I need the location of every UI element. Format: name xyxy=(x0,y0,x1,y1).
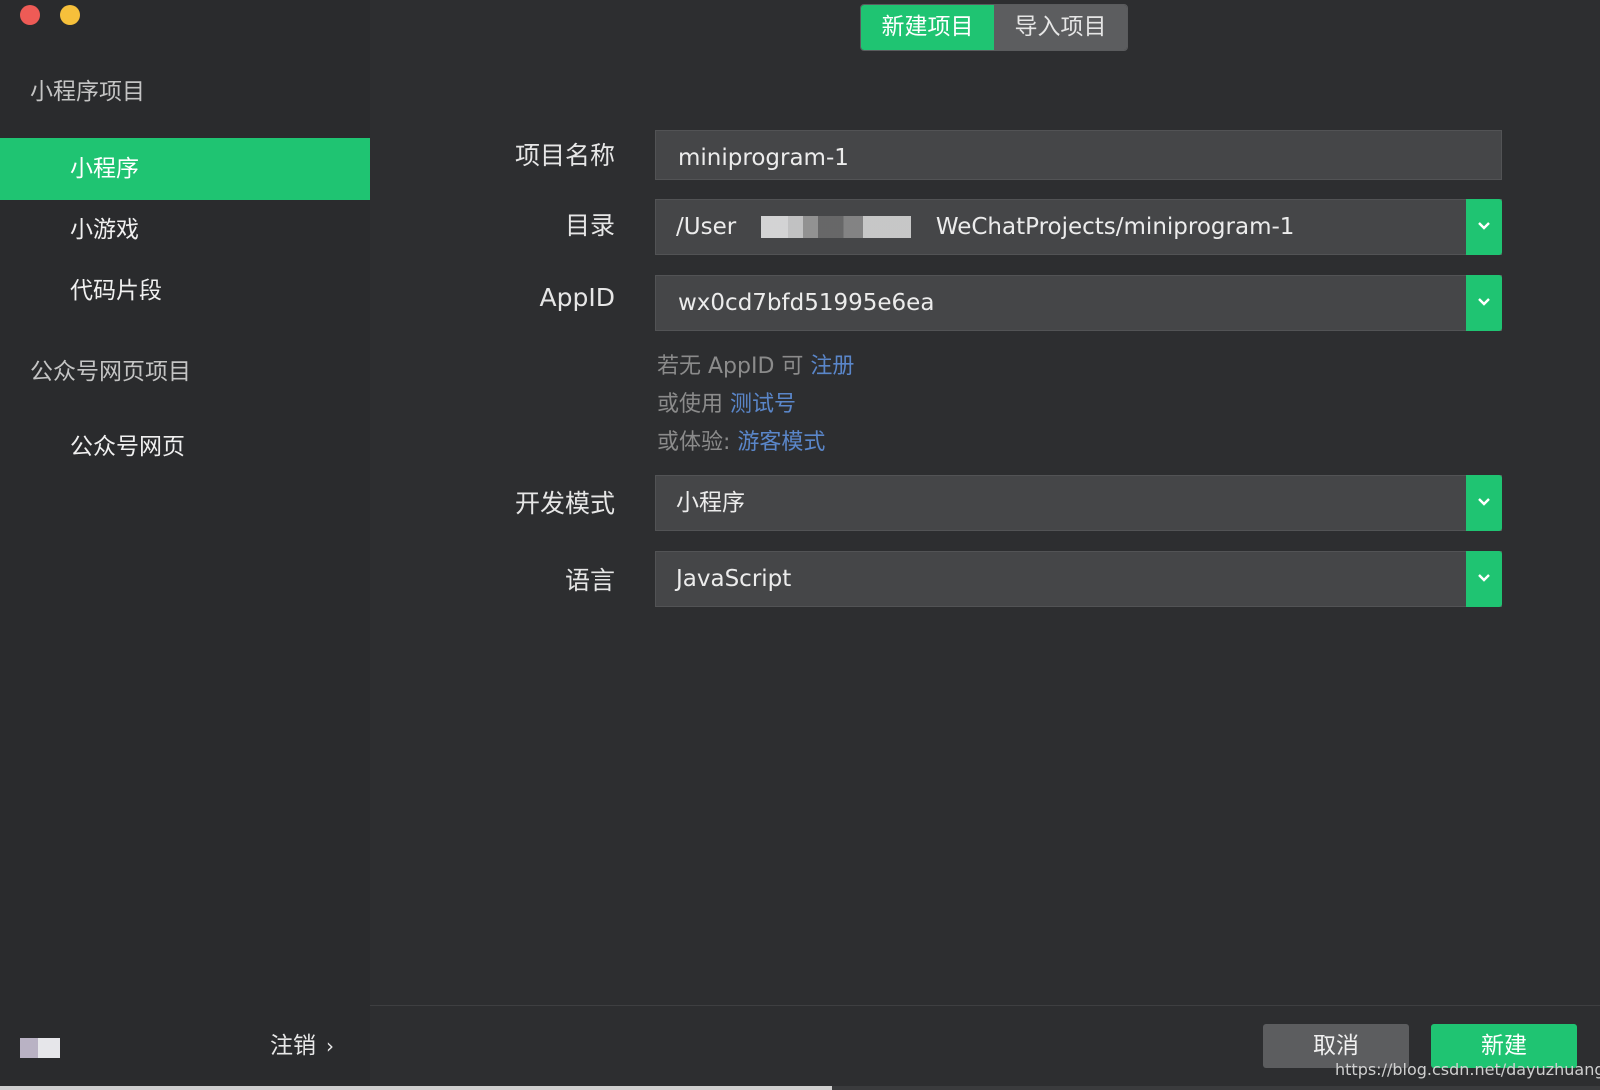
appid-field[interactable] xyxy=(655,275,1502,331)
appid-help-guest-mode: 或体验: 游客模式 xyxy=(657,424,825,456)
tab-new-project[interactable]: 新建项目 xyxy=(861,5,994,50)
sidebar-item-code-snippet[interactable]: 代码片段 xyxy=(0,260,370,322)
appid-help-test-account: 或使用 测试号 xyxy=(657,386,796,418)
redacted-path-mask xyxy=(761,216,911,238)
sidebar-item-minigame[interactable]: 小游戏 xyxy=(0,199,370,261)
dev-mode-select[interactable]: 小程序 xyxy=(655,475,1502,531)
footer-divider xyxy=(370,1005,1600,1006)
project-name-field[interactable] xyxy=(655,130,1502,185)
directory-dropdown-button[interactable] xyxy=(1466,199,1502,255)
directory-value-suffix: WeChatProjects/miniprogram-1 xyxy=(935,214,1295,240)
sidebar-item-label: 小游戏 xyxy=(70,217,139,243)
guest-mode-link[interactable]: 游客模式 xyxy=(737,430,825,455)
help-text: 或体验: xyxy=(657,430,738,455)
logout-button[interactable]: 注销 › xyxy=(270,1026,334,1060)
chevron-down-icon xyxy=(1478,498,1490,506)
sidebar-item-label: 公众号网页 xyxy=(70,434,185,460)
dev-mode-value: 小程序 xyxy=(676,490,745,516)
sidebar-item-label: 小程序 xyxy=(70,156,139,182)
language-label: 语言 xyxy=(564,566,615,595)
directory-label: 目录 xyxy=(564,211,615,240)
avatar[interactable] xyxy=(20,1038,60,1058)
logout-label: 注销 xyxy=(270,1033,316,1059)
help-text: 若无 AppID 可 xyxy=(657,354,811,379)
sidebar: 小程序项目 小程序 小游戏 代码片段 公众号网页项目 公众号网页 注销 › xyxy=(0,0,370,1090)
chevron-down-icon xyxy=(1478,298,1490,306)
section-title-miniprogram-projects: 小程序项目 xyxy=(30,79,145,105)
app-window: 小程序项目 小程序 小游戏 代码片段 公众号网页项目 公众号网页 注销 › 新建项… xyxy=(0,0,1600,1090)
chevron-down-icon xyxy=(1478,574,1490,582)
appid-label: AppID xyxy=(539,283,615,312)
appid-help-register: 若无 AppID 可 注册 xyxy=(657,348,854,380)
close-window-button[interactable] xyxy=(20,5,40,25)
sidebar-item-official-account-web[interactable]: 公众号网页 xyxy=(0,416,370,478)
register-link[interactable]: 注册 xyxy=(810,354,854,379)
language-select[interactable]: JavaScript xyxy=(655,551,1502,607)
dev-mode-dropdown-button[interactable] xyxy=(1466,475,1502,531)
appid-input[interactable] xyxy=(676,276,1480,330)
watermark: https://blog.csdn.net/dayuzhuangzhi xyxy=(1335,1060,1600,1079)
project-type-tabs: 新建项目 导入项目 xyxy=(860,4,1128,51)
main-panel: 新建项目 导入项目 项目名称 目录 /User WeChatProjects/m… xyxy=(370,0,1600,1090)
sidebar-item-label: 代码片段 xyxy=(70,278,162,304)
minimize-window-button[interactable] xyxy=(60,5,80,25)
chevron-right-icon: › xyxy=(326,1034,334,1058)
help-text: 或使用 xyxy=(657,392,730,417)
language-value: JavaScript xyxy=(676,566,792,592)
language-dropdown-button[interactable] xyxy=(1466,551,1502,607)
tab-import-project[interactable]: 导入项目 xyxy=(994,5,1127,50)
project-name-label: 项目名称 xyxy=(514,141,615,170)
project-name-input[interactable] xyxy=(676,131,1480,185)
dev-mode-label: 开发模式 xyxy=(514,489,615,518)
window-bottom-edge xyxy=(0,1086,1600,1090)
appid-dropdown-button[interactable] xyxy=(1466,275,1502,331)
section-title-official-account-projects: 公众号网页项目 xyxy=(30,359,191,385)
chevron-down-icon xyxy=(1478,222,1490,230)
test-account-link[interactable]: 测试号 xyxy=(730,392,796,417)
sidebar-item-miniprogram[interactable]: 小程序 xyxy=(0,138,370,200)
directory-field[interactable]: /User WeChatProjects/miniprogram-1 xyxy=(655,199,1502,255)
directory-value-prefix: /User xyxy=(676,214,737,240)
